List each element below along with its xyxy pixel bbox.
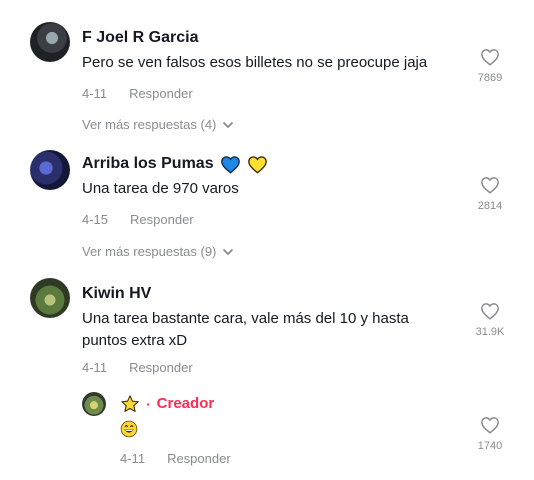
like-button[interactable]: 1740	[470, 416, 510, 452]
chevron-down-icon	[223, 248, 234, 255]
like-count: 31.9K	[475, 326, 505, 338]
comment-author[interactable]: Kiwin HV	[82, 284, 520, 304]
like-count: 1740	[477, 440, 503, 452]
heart-icon	[481, 177, 499, 194]
separator-dot: ·	[146, 396, 151, 412]
grinning-face-icon	[120, 420, 138, 438]
comment-text: Pero se ven falsos esos billetes no se p…	[82, 54, 428, 71]
heart-icon	[481, 303, 499, 320]
avatar[interactable]	[30, 22, 70, 62]
comment-author[interactable]: F Joel R Garcia	[82, 28, 520, 48]
yellow-heart-icon	[247, 155, 267, 174]
heart-icon	[481, 49, 499, 66]
avatar[interactable]	[30, 150, 70, 190]
reply-button[interactable]: Responder	[129, 86, 193, 101]
view-more-label: Ver más respuestas (4)	[82, 117, 217, 132]
comment-text: Una tarea de 970 varos	[82, 180, 239, 197]
comment-date: 4-11	[120, 451, 146, 466]
reply-button[interactable]: Responder	[130, 212, 194, 227]
star-icon	[121, 395, 139, 412]
avatar[interactable]	[82, 392, 106, 416]
reply-button[interactable]: Responder	[167, 451, 231, 466]
view-more-replies[interactable]: Ver más respuestas (9)	[82, 244, 234, 259]
view-more-label: Ver más respuestas (9)	[82, 244, 217, 259]
avatar[interactable]	[30, 278, 70, 318]
blue-heart-icon	[220, 155, 240, 174]
creator-badge: Creador	[156, 395, 215, 412]
like-button[interactable]: 7869	[470, 48, 510, 84]
reply-button[interactable]: Responder	[129, 360, 193, 375]
like-count: 7869	[477, 72, 503, 84]
like-button[interactable]: 2814	[470, 176, 510, 212]
like-count: 2814	[477, 200, 503, 212]
view-more-replies[interactable]: Ver más respuestas (4)	[82, 117, 234, 132]
chevron-down-icon	[223, 121, 234, 128]
comment-date: 4-11	[82, 360, 108, 375]
heart-icon	[481, 417, 499, 434]
comment-text: Una tarea bastante cara, vale más del 10…	[82, 310, 409, 349]
comment-author[interactable]: Arriba los Pumas	[82, 154, 214, 174]
like-button[interactable]: 31.9K	[470, 302, 510, 338]
comment-date: 4-15	[82, 212, 109, 227]
comment-date: 4-11	[82, 86, 108, 101]
